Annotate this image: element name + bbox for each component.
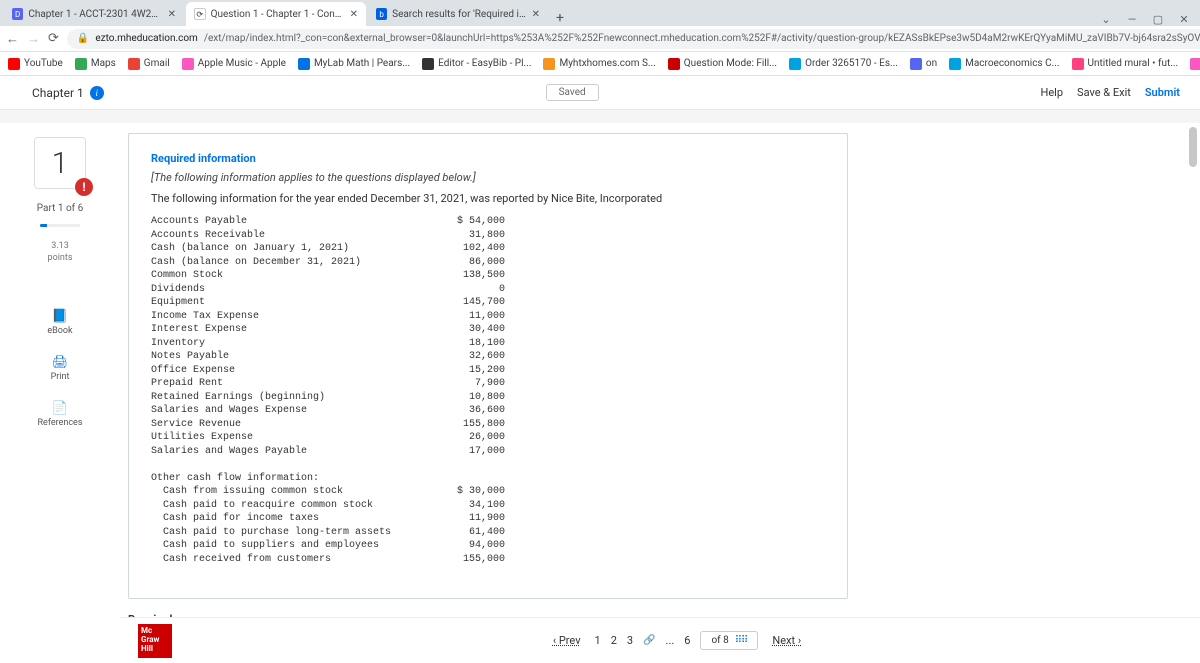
reload-icon[interactable]: ⟳ [48, 31, 59, 46]
chapter-title: Chapter 1 i [32, 86, 104, 100]
required-info-heading: Required information [151, 152, 825, 165]
browser-tab-strip: D Chapter 1 - ACCT-2301 4W21 14 ✕ ⟳ Ques… [0, 0, 1200, 26]
bookmark-easybib[interactable]: Editor - EasyBib - Pl... [422, 58, 531, 70]
print-tool[interactable]: 🖨 Print [51, 354, 70, 382]
bookmark-apple-music-2[interactable]: Apple Music [1190, 58, 1200, 70]
references-icon: 📄 [52, 400, 68, 416]
browser-tab-2-active[interactable]: ⟳ Question 1 - Chapter 1 - Connec ✕ [186, 2, 366, 26]
ebook-icon: 📘 [52, 308, 68, 324]
points-label: 3.13points [48, 241, 73, 264]
scrollbar[interactable] [1188, 123, 1198, 663]
close-icon[interactable]: ✕ [168, 9, 176, 20]
bookmark-maps[interactable]: Maps [75, 58, 116, 70]
bookmark-question-mode[interactable]: Question Mode: Fill... [668, 58, 777, 70]
lock-icon: 🔒 [77, 33, 89, 44]
help-link[interactable]: Help [1040, 86, 1063, 99]
question-intro: The following information for the year e… [151, 192, 825, 205]
bookmarks-bar: YouTube Maps Gmail Apple Music - Apple M… [0, 52, 1200, 76]
work-area: 1 ! Part 1 of 6 3.13points 📘 eBook 🖨 Pri… [0, 123, 1200, 663]
tab-favicon: b [376, 8, 387, 20]
bookmark-gmail[interactable]: Gmail [128, 58, 170, 70]
url-host: ezto.mheducation.com [95, 33, 197, 44]
mcgraw-hill-logo: McGrawHill [138, 624, 172, 658]
browser-tab-3[interactable]: b Search results for 'Required infor ✕ [368, 2, 548, 26]
page-ellipsis: ... [666, 634, 675, 647]
print-icon: 🖨 [52, 354, 68, 370]
link-icon: 🔗 [643, 635, 655, 646]
grid-icon: ⠿⠿ [735, 635, 748, 646]
ebook-tool[interactable]: 📘 eBook [47, 308, 72, 336]
bookmark-mylab[interactable]: MyLab Math | Pears... [298, 58, 410, 70]
prev-button[interactable]: ‹ Prev [553, 634, 581, 647]
address-bar-row: ← → ⟳ 🔒 ezto.mheducation.com/ext/map/ind… [0, 26, 1200, 52]
bookmark-apple-music[interactable]: Apple Music - Apple [182, 58, 286, 70]
minimize-icon[interactable]: — [1122, 13, 1142, 26]
bookmark-youtube[interactable]: YouTube [8, 58, 63, 70]
page-1[interactable]: 1 [595, 634, 601, 647]
question-sidebar: 1 ! Part 1 of 6 3.13points 📘 eBook 🖨 Pri… [0, 123, 120, 663]
bookmark-on[interactable]: on [910, 58, 937, 70]
references-tool[interactable]: 📄 References [38, 400, 83, 428]
question-number: 1 ! [34, 137, 86, 189]
save-exit-link[interactable]: Save & Exit [1077, 86, 1131, 99]
bookmark-macro[interactable]: Macroeconomics C... [949, 58, 1059, 70]
question-footer: McGrawHill ‹ Prev 1 2 3 🔗 ... 6 of 8 ⠿⠿ [120, 617, 1200, 663]
bookmark-order[interactable]: Order 3265170 - Es... [789, 58, 898, 70]
pager: ‹ Prev 1 2 3 🔗 ... 6 of 8 ⠿⠿ Next › [553, 631, 801, 650]
window-close-icon[interactable]: ✕ [1174, 13, 1194, 26]
submit-link[interactable]: Submit [1145, 86, 1180, 99]
bookmark-myhtx[interactable]: Myhtxhomes.com S... [543, 58, 655, 70]
url-input[interactable]: 🔒 ezto.mheducation.com/ext/map/index.htm… [67, 29, 1200, 49]
close-icon[interactable]: ✕ [350, 9, 358, 20]
question-main: Required information [The following info… [120, 123, 1200, 663]
new-tab-button[interactable]: + [550, 10, 570, 26]
required-info-sub: [The following information applies to th… [151, 171, 825, 184]
financial-data-block: Accounts Payable $ 54,000 Accounts Recei… [151, 215, 825, 566]
tab-title: Chapter 1 - ACCT-2301 4W21 14 [28, 9, 162, 20]
alert-icon: ! [75, 178, 93, 196]
tab-title: Question 1 - Chapter 1 - Connec [211, 9, 345, 20]
page-6[interactable]: 6 [684, 634, 690, 647]
next-button[interactable]: Next › [772, 634, 801, 647]
maximize-icon[interactable]: ▢ [1148, 13, 1168, 26]
tab-favicon: ⟳ [194, 8, 206, 20]
tab-favicon: D [12, 8, 23, 20]
tab-title: Search results for 'Required infor [392, 9, 526, 20]
part-label: Part 1 of 6 [37, 203, 83, 214]
info-icon[interactable]: i [90, 86, 104, 100]
back-icon[interactable]: ← [6, 31, 19, 47]
forward-icon[interactable]: → [27, 31, 40, 47]
chevron-down-icon[interactable]: ⌄ [1096, 13, 1116, 26]
saved-indicator: Saved [546, 84, 599, 101]
url-path: /ext/map/index.html?_con=con&external_br… [204, 33, 1200, 44]
browser-tab-1[interactable]: D Chapter 1 - ACCT-2301 4W21 14 ✕ [4, 2, 184, 26]
progress-bar [40, 224, 80, 227]
page-2[interactable]: 2 [611, 634, 617, 647]
page-3[interactable]: 3 [627, 634, 633, 647]
bookmark-mural[interactable]: Untitled mural • fut... [1072, 58, 1179, 70]
pager-numbers: 1 2 3 🔗 ... 6 of 8 ⠿⠿ [595, 631, 759, 650]
app-header: Chapter 1 i Saved Help Save & Exit Submi… [0, 76, 1200, 110]
page-count[interactable]: of 8 ⠿⠿ [700, 631, 758, 650]
question-card: Required information [The following info… [128, 133, 848, 599]
close-icon[interactable]: ✕ [532, 9, 540, 20]
